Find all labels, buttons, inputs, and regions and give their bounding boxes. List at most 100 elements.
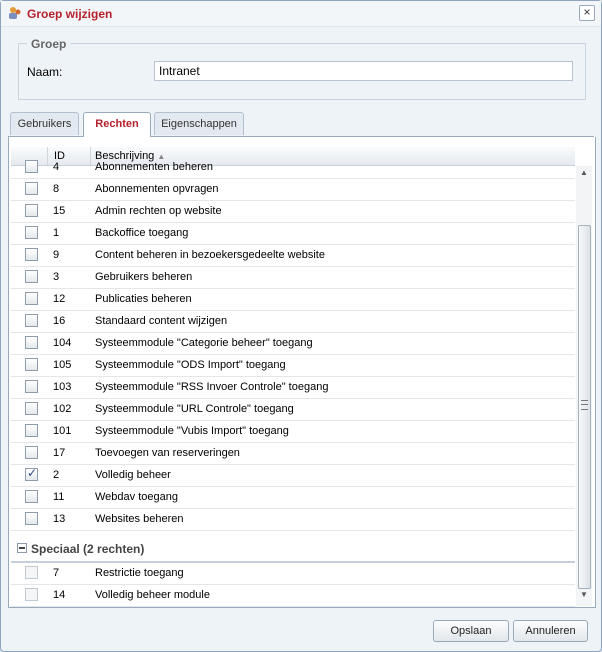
scroll-up-icon[interactable]: ▲: [576, 168, 592, 182]
row-checkbox[interactable]: [25, 566, 38, 579]
row-checkbox[interactable]: [25, 588, 38, 601]
row-checkbox[interactable]: [25, 314, 38, 327]
row-checkbox[interactable]: [25, 182, 38, 195]
cell-description: Webdav toegang: [95, 491, 178, 503]
permissions-grid: ID Beschrijving ▲ 4 Abonnementen beheren 8…: [8, 137, 596, 608]
cell-id: 4: [53, 161, 60, 173]
cell-description: Restrictie toegang: [95, 567, 184, 579]
cell-id: 2: [53, 469, 60, 481]
cell-description: Gebruikers beheren: [95, 271, 193, 283]
row-checkbox[interactable]: [25, 292, 38, 305]
cell-description: Systeemmodule "URL Controle" toegang: [95, 403, 294, 415]
cell-id: 9: [53, 249, 60, 261]
cell-description: Systeemmodule "RSS Invoer Controle" toeg…: [95, 381, 329, 393]
cell-description: Websites beheren: [95, 513, 184, 525]
cell-id: 8: [53, 183, 60, 195]
table-row[interactable]: 17 Toevoegen van reserveringen: [11, 442, 575, 465]
cell-id: 17: [53, 447, 66, 459]
table-row[interactable]: 1 Backoffice toegang: [11, 222, 575, 245]
tab-eigenschappen[interactable]: Eigenschappen: [154, 112, 244, 135]
cell-id: 12: [53, 293, 66, 305]
close-icon: ×: [583, 5, 591, 19]
cell-id: 15: [53, 205, 66, 217]
row-checkbox[interactable]: [25, 270, 38, 283]
cell-description: Systeemmodule "Categorie beheer" toegang: [95, 337, 313, 349]
title-bar: Groep wijzigen ×: [1, 1, 601, 27]
cell-id: 16: [53, 315, 66, 327]
cell-id: 102: [53, 403, 72, 415]
row-checkbox[interactable]: [25, 336, 38, 349]
edit-group-dialog: Groep wijzigen × Groep Naam: Gebruikers …: [0, 0, 602, 652]
grip-icon: [581, 400, 588, 410]
table-row[interactable]: 3 Gebruikers beheren: [11, 266, 575, 289]
cell-id: 11: [53, 491, 65, 503]
table-row[interactable]: 13 Websites beheren: [11, 508, 575, 531]
table-row[interactable]: 2 Volledig beheer: [11, 464, 575, 487]
row-checkbox[interactable]: [25, 402, 38, 415]
scroll-down-icon[interactable]: ▼: [576, 590, 592, 604]
table-row[interactable]: 12 Publicaties beheren: [11, 288, 575, 311]
table-row[interactable]: 16 Standaard content wijzigen: [11, 310, 575, 333]
cell-id: 7: [53, 567, 60, 579]
tab-strip: Gebruikers Rechten Eigenschappen: [8, 112, 594, 137]
row-checkbox[interactable]: [25, 380, 38, 393]
cell-description: Systeemmodule "Vubis Import" toegang: [95, 425, 289, 437]
table-row[interactable]: 4 Abonnementen beheren: [11, 156, 575, 179]
row-checkbox[interactable]: [25, 204, 38, 217]
table-row[interactable]: 103 Systeemmodule "RSS Invoer Controle" t…: [11, 376, 575, 399]
cell-description: Standaard content wijzigen: [95, 315, 228, 327]
cell-id: 14: [53, 589, 66, 601]
cancel-button[interactable]: Annuleren: [513, 620, 588, 642]
table-row[interactable]: 105 Systeemmodule "ODS Import" toegang: [11, 354, 575, 377]
table-row[interactable]: 9 Content beheren in bezoekersgedeelte we…: [11, 244, 575, 267]
cell-id: 101: [53, 425, 72, 437]
cell-id: 103: [53, 381, 72, 393]
cell-description: Volledig beheer module: [95, 589, 210, 601]
cell-id: 105: [53, 359, 72, 371]
table-row[interactable]: 14 Volledig beheer module: [11, 584, 575, 607]
group-row-speciaal[interactable]: Speciaal (2 rechten): [11, 537, 575, 563]
scroll-thumb[interactable]: [578, 225, 591, 589]
table-row[interactable]: 101 Systeemmodule "Vubis Import" toegang: [11, 420, 575, 443]
name-input[interactable]: [154, 61, 573, 81]
cell-description: Abonnementen beheren: [95, 161, 214, 173]
tab-rechten[interactable]: Rechten: [83, 112, 151, 137]
table-row[interactable]: 7 Restrictie toegang: [11, 562, 575, 585]
grid-scrollbar[interactable]: ▲ ▼: [576, 166, 592, 606]
group-icon: [8, 6, 22, 20]
table-row[interactable]: 11 Webdav toegang: [11, 486, 575, 509]
cell-description: Admin rechten op website: [95, 205, 222, 217]
row-checkbox[interactable]: [25, 424, 38, 437]
cell-description: Backoffice toegang: [95, 227, 189, 239]
row-checkbox[interactable]: [25, 226, 38, 239]
collapse-icon[interactable]: [17, 543, 27, 553]
row-checkbox[interactable]: [25, 446, 38, 459]
group-label: Speciaal (2 rechten): [31, 542, 145, 556]
group-legend: Groep: [27, 37, 71, 51]
name-label: Naam:: [27, 65, 63, 79]
tab-gebruikers[interactable]: Gebruikers: [10, 112, 79, 135]
row-checkbox[interactable]: [25, 358, 38, 371]
cell-description: Publicaties beheren: [95, 293, 192, 305]
cell-id: 1: [53, 227, 60, 239]
row-checkbox[interactable]: [25, 466, 38, 481]
table-row[interactable]: 8 Abonnementen opvragen: [11, 178, 575, 201]
table-row[interactable]: 102 Systeemmodule "URL Controle" toegang: [11, 398, 575, 421]
cell-description: Content beheren in bezoekersgedeelte web…: [95, 249, 325, 261]
save-button[interactable]: Opslaan: [433, 620, 509, 642]
cell-description: Abonnementen opvragen: [95, 183, 219, 195]
row-checkbox[interactable]: [25, 512, 38, 525]
cell-description: Toevoegen van reserveringen: [95, 447, 240, 459]
cell-description: Systeemmodule "ODS Import" toegang: [95, 359, 286, 371]
cell-id: 3: [53, 271, 60, 283]
row-checkbox[interactable]: [25, 160, 38, 173]
close-button[interactable]: ×: [579, 5, 595, 21]
row-checkbox[interactable]: [25, 490, 38, 503]
dialog-title: Groep wijzigen: [27, 7, 113, 21]
cell-id: 104: [53, 337, 72, 349]
table-row[interactable]: 104 Systeemmodule "Categorie beheer" toeg…: [11, 332, 575, 355]
row-checkbox[interactable]: [25, 248, 38, 261]
cell-id: 13: [53, 513, 66, 525]
table-row[interactable]: 15 Admin rechten op website: [11, 200, 575, 223]
cell-description: Volledig beheer: [95, 469, 171, 481]
